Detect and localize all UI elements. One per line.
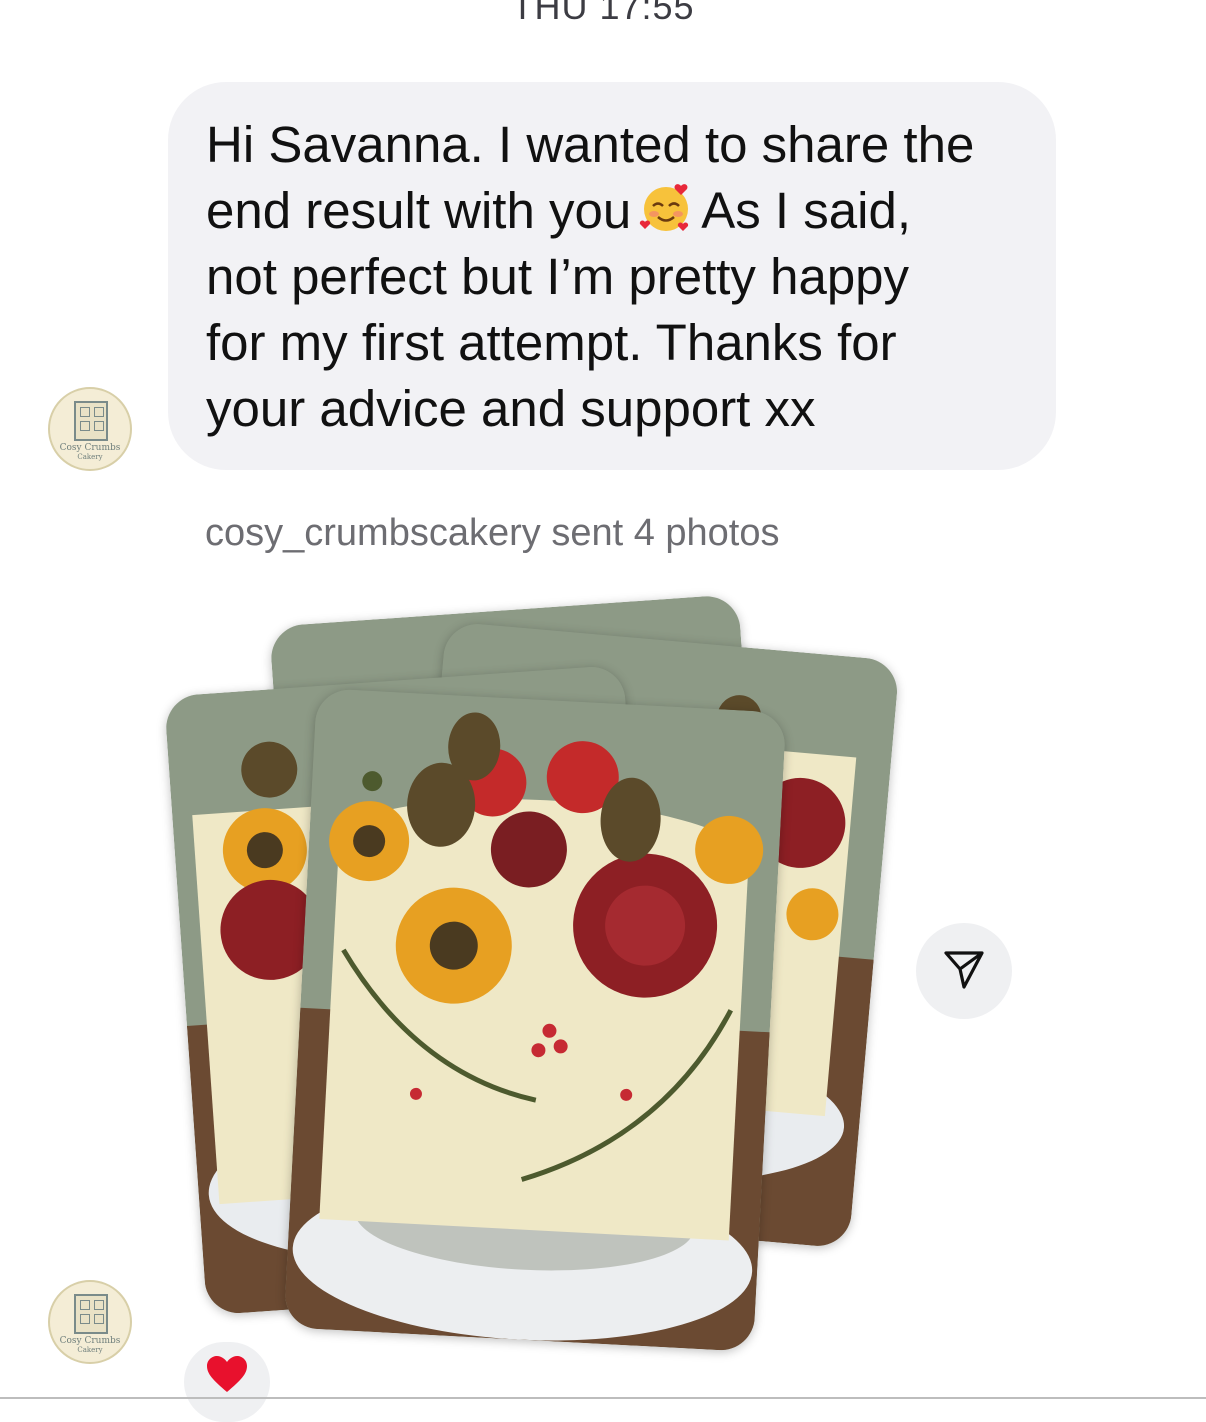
avatar-name: Cosy Crumbs bbox=[59, 1336, 121, 1346]
message-line: not perfect but I’m pretty happy bbox=[206, 248, 910, 305]
smiling-face-with-hearts-icon bbox=[639, 180, 693, 234]
avatar[interactable]: Cosy Crumbs Cakery bbox=[48, 1280, 132, 1364]
photo-thumbnail-front[interactable] bbox=[283, 688, 787, 1352]
reaction-badge[interactable] bbox=[184, 1342, 270, 1422]
message-text: As I said, bbox=[701, 182, 911, 239]
message-bubble[interactable]: Hi Savanna. I wanted to share the end re… bbox=[168, 82, 1056, 470]
heart-icon bbox=[205, 1354, 249, 1399]
message-line: end result with you As I said, bbox=[206, 178, 1026, 244]
message-line: your advice and support xx bbox=[206, 380, 816, 437]
avatar-sub: Cakery bbox=[77, 1346, 103, 1354]
send-icon bbox=[942, 947, 986, 996]
share-button[interactable] bbox=[916, 923, 1012, 1019]
avatar[interactable]: Cosy Crumbs Cakery bbox=[48, 387, 132, 471]
timestamp: THU 17:55 bbox=[511, 0, 695, 27]
message-text: end result with you bbox=[206, 182, 632, 239]
avatar-name: Cosy Crumbs bbox=[59, 443, 121, 453]
bakery-logo-icon bbox=[74, 1294, 108, 1334]
bakery-logo-icon bbox=[74, 401, 108, 441]
photos-sent-label: cosy_crumbscakery sent 4 photos bbox=[205, 512, 780, 554]
avatar-sub: Cakery bbox=[77, 453, 103, 461]
message-line: Hi Savanna. I wanted to share the bbox=[206, 116, 975, 173]
message-line: for my first attempt. Thanks for bbox=[206, 314, 897, 371]
